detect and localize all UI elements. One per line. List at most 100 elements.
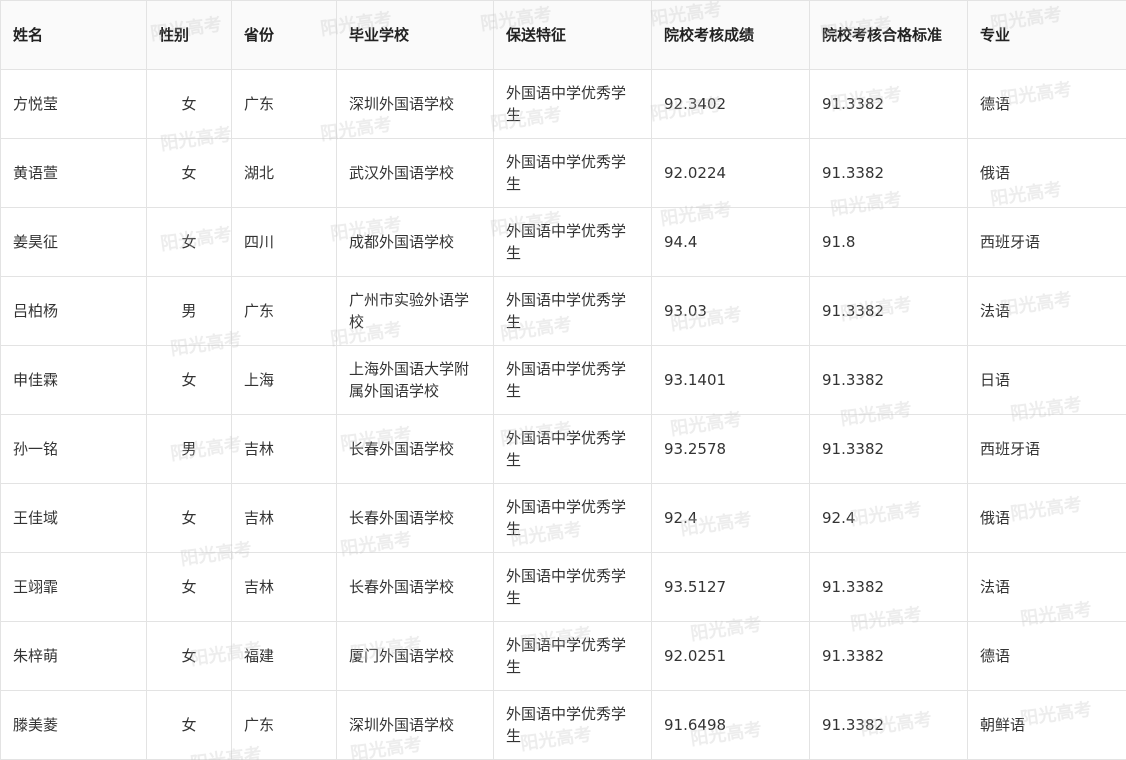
cell-score: 93.5127	[651, 552, 810, 622]
cell-school: 长春外国语学校	[336, 414, 494, 484]
cell-standard: 91.3382	[809, 621, 968, 691]
table-row: 朱梓萌女福建 厦门外国语学校 外国语中学优秀学生 92.0251 91.3382 德语	[0, 621, 1126, 691]
cell-province: 广东	[231, 69, 337, 139]
table-row: 申佳霖女上海 上海外国语大学附属外国语学校 外国语中学优秀学生 93.1401 91.3…	[0, 345, 1126, 415]
cell-school: 武汉外国语学校	[336, 138, 494, 208]
cell-feature: 外国语中学优秀学生	[493, 414, 652, 484]
cell-feature: 外国语中学优秀学生	[493, 483, 652, 553]
cell-major: 西班牙语	[967, 414, 1126, 484]
table-row: 黄语萱女湖北 武汉外国语学校 外国语中学优秀学生 92.0224 91.3382 俄语	[0, 138, 1126, 208]
cell-province: 吉林	[231, 414, 337, 484]
cell-feature: 外国语中学优秀学生	[493, 138, 652, 208]
cell-standard: 91.3382	[809, 690, 968, 760]
cell-province: 上海	[231, 345, 337, 415]
cell-score: 92.0251	[651, 621, 810, 691]
cell-gender: 男	[146, 414, 232, 484]
cell-score: 94.4	[651, 207, 810, 277]
cell-score: 91.6498	[651, 690, 810, 760]
cell-school: 成都外国语学校	[336, 207, 494, 277]
cell-standard: 91.3382	[809, 414, 968, 484]
cell-province: 吉林	[231, 552, 337, 622]
cell-major: 德语	[967, 621, 1126, 691]
cell-score: 93.2578	[651, 414, 810, 484]
cell-feature: 外国语中学优秀学生	[493, 345, 652, 415]
cell-province: 福建	[231, 621, 337, 691]
column-header-major: 专业	[967, 0, 1126, 70]
column-header-gender: 性别	[146, 0, 232, 70]
cell-feature: 外国语中学优秀学生	[493, 69, 652, 139]
cell-score: 93.03	[651, 276, 810, 346]
table-row: 孙一铭男吉林 长春外国语学校 外国语中学优秀学生 93.2578 91.3382 西班牙语	[0, 414, 1126, 484]
cell-school: 广州市实验外语学校	[336, 276, 494, 346]
cell-province: 湖北	[231, 138, 337, 208]
table-header-row: 姓名 性别 省份 毕业学校 保送特征 院校考核成绩 院校考核合格标准 专业	[0, 0, 1126, 70]
cell-feature: 外国语中学优秀学生	[493, 276, 652, 346]
cell-standard: 91.3382	[809, 276, 968, 346]
cell-province: 广东	[231, 276, 337, 346]
cell-school: 深圳外国语学校	[336, 69, 494, 139]
column-header-standard: 院校考核合格标准	[809, 0, 968, 70]
cell-feature: 外国语中学优秀学生	[493, 552, 652, 622]
cell-gender: 女	[146, 207, 232, 277]
cell-score: 92.3402	[651, 69, 810, 139]
column-header-feature: 保送特征	[493, 0, 652, 70]
cell-gender: 女	[146, 345, 232, 415]
table-row: 王佳域女吉林 长春外国语学校 外国语中学优秀学生 92.4 92.4 俄语	[0, 483, 1126, 553]
cell-feature: 外国语中学优秀学生	[493, 690, 652, 760]
cell-name: 朱梓萌	[0, 621, 147, 691]
cell-school: 长春外国语学校	[336, 483, 494, 553]
cell-name: 吕柏杨	[0, 276, 147, 346]
column-header-school: 毕业学校	[336, 0, 494, 70]
cell-gender: 女	[146, 621, 232, 691]
cell-score: 92.0224	[651, 138, 810, 208]
cell-score: 93.1401	[651, 345, 810, 415]
table-row: 滕美菱女广东 深圳外国语学校 外国语中学优秀学生 91.6498 91.3382 朝鲜语	[0, 690, 1126, 760]
admissions-table-container: 姓名 性别 省份 毕业学校 保送特征 院校考核成绩 院校考核合格标准 专业 方悦莹女广东 深圳外…	[0, 0, 1126, 760]
cell-major: 日语	[967, 345, 1126, 415]
cell-province: 四川	[231, 207, 337, 277]
cell-school: 上海外国语大学附属外国语学校	[336, 345, 494, 415]
cell-name: 滕美菱	[0, 690, 147, 760]
cell-standard: 91.3382	[809, 552, 968, 622]
table-row: 姜昊征女四川 成都外国语学校 外国语中学优秀学生 94.4 91.8 西班牙语	[0, 207, 1126, 277]
cell-gender: 女	[146, 69, 232, 139]
cell-name: 王翊霏	[0, 552, 147, 622]
cell-gender: 女	[146, 690, 232, 760]
cell-name: 黄语萱	[0, 138, 147, 208]
cell-province: 吉林	[231, 483, 337, 553]
cell-standard: 91.3382	[809, 345, 968, 415]
admissions-table: 姓名 性别 省份 毕业学校 保送特征 院校考核成绩 院校考核合格标准 专业 方悦莹女广东 深圳外…	[0, 0, 1126, 760]
cell-name: 王佳域	[0, 483, 147, 553]
table-row: 吕柏杨男广东 广州市实验外语学校 外国语中学优秀学生 93.03 91.3382 法语	[0, 276, 1126, 346]
column-header-score: 院校考核成绩	[651, 0, 810, 70]
cell-gender: 女	[146, 552, 232, 622]
cell-major: 俄语	[967, 483, 1126, 553]
cell-major: 法语	[967, 276, 1126, 346]
cell-gender: 女	[146, 138, 232, 208]
cell-school: 厦门外国语学校	[336, 621, 494, 691]
cell-gender: 男	[146, 276, 232, 346]
cell-score: 92.4	[651, 483, 810, 553]
cell-name: 孙一铭	[0, 414, 147, 484]
cell-major: 德语	[967, 69, 1126, 139]
cell-name: 姜昊征	[0, 207, 147, 277]
cell-major: 俄语	[967, 138, 1126, 208]
column-header-province: 省份	[231, 0, 337, 70]
cell-province: 广东	[231, 690, 337, 760]
cell-major: 法语	[967, 552, 1126, 622]
cell-standard: 91.8	[809, 207, 968, 277]
table-row: 王翊霏女吉林 长春外国语学校 外国语中学优秀学生 93.5127 91.3382 法语	[0, 552, 1126, 622]
cell-major: 西班牙语	[967, 207, 1126, 277]
cell-major: 朝鲜语	[967, 690, 1126, 760]
cell-standard: 91.3382	[809, 138, 968, 208]
table-body: 方悦莹女广东 深圳外国语学校 外国语中学优秀学生 92.3402 91.3382 德语 黄语…	[0, 69, 1126, 760]
cell-feature: 外国语中学优秀学生	[493, 207, 652, 277]
cell-school: 长春外国语学校	[336, 552, 494, 622]
cell-name: 申佳霖	[0, 345, 147, 415]
table-row: 方悦莹女广东 深圳外国语学校 外国语中学优秀学生 92.3402 91.3382 德语	[0, 69, 1126, 139]
cell-school: 深圳外国语学校	[336, 690, 494, 760]
cell-standard: 92.4	[809, 483, 968, 553]
cell-standard: 91.3382	[809, 69, 968, 139]
column-header-name: 姓名	[0, 0, 147, 70]
cell-feature: 外国语中学优秀学生	[493, 621, 652, 691]
